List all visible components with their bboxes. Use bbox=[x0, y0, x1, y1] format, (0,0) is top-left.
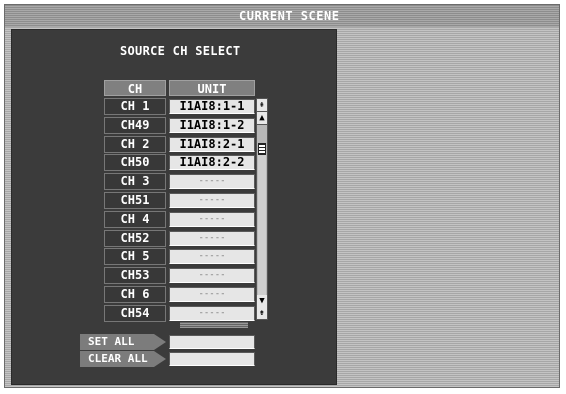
channel-label: CH 3 bbox=[104, 173, 166, 191]
channel-label: CH50 bbox=[104, 154, 166, 172]
unit-button[interactable]: ----- bbox=[169, 230, 255, 246]
unit-button[interactable]: I1AI8:2-2 bbox=[169, 155, 255, 171]
table-row: CH 2 I1AI8:2-1 bbox=[104, 135, 256, 154]
unit-column-header: UNIT bbox=[169, 80, 255, 96]
table-row: CH54 ----- bbox=[104, 304, 256, 323]
source-ch-select-panel: SOURCE CH SELECT CH UNIT CH 1 I1AI8:1-1 CH… bbox=[11, 29, 337, 385]
table-row: CH52 ----- bbox=[104, 229, 256, 248]
channel-label: CH49 bbox=[104, 116, 166, 134]
table-row: CH 3 ----- bbox=[104, 173, 256, 191]
table-row: CH50 I1AI8:2-2 bbox=[104, 154, 256, 172]
channel-label: CH 1 bbox=[104, 98, 166, 115]
table-row: CH 5 ----- bbox=[104, 248, 256, 266]
table-row: CH 1 I1AI8:1-1 bbox=[104, 98, 256, 116]
ch-column-header: CH bbox=[104, 80, 166, 96]
set-all-field[interactable] bbox=[169, 335, 255, 349]
scene-window: CURRENT SCENE SOURCE CH SELECT CH UNIT C… bbox=[4, 4, 560, 388]
channel-label: CH 5 bbox=[104, 248, 166, 266]
unit-button[interactable]: I1AI8:1-2 bbox=[169, 117, 255, 133]
unit-button[interactable]: ----- bbox=[169, 211, 255, 227]
table-row: CH51 ----- bbox=[104, 192, 256, 210]
title-bar: CURRENT SCENE bbox=[5, 5, 559, 27]
unit-button[interactable]: I1AI8:2-1 bbox=[169, 136, 255, 152]
unit-button[interactable]: ----- bbox=[169, 193, 255, 208]
channel-label: CH 2 bbox=[104, 135, 166, 153]
scroll-bottom-icon[interactable]: ⇟ bbox=[257, 307, 267, 320]
channel-label: CH54 bbox=[104, 304, 166, 322]
channel-label: CH53 bbox=[104, 267, 166, 285]
table-row: CH53 ----- bbox=[104, 267, 256, 285]
channel-label: CH 6 bbox=[104, 286, 166, 303]
list-resize-handle bbox=[180, 322, 248, 328]
channel-label: CH52 bbox=[104, 229, 166, 247]
set-all-button[interactable]: SET ALL bbox=[80, 334, 166, 350]
unit-button[interactable]: ----- bbox=[169, 268, 255, 284]
scroll-track[interactable] bbox=[258, 155, 266, 295]
channel-label: CH51 bbox=[104, 192, 166, 209]
scroll-top-icon[interactable]: ⇞ bbox=[257, 99, 267, 112]
scroll-up-icon[interactable]: ▲ bbox=[257, 112, 267, 125]
table-row: CH 4 ----- bbox=[104, 210, 256, 229]
unit-button[interactable]: ----- bbox=[169, 249, 255, 265]
unit-button[interactable]: I1AI8:1-1 bbox=[169, 99, 255, 114]
table-row: CH49 I1AI8:1-2 bbox=[104, 116, 256, 135]
scene-title: CURRENT SCENE bbox=[239, 9, 340, 23]
table-row: CH 6 ----- bbox=[104, 286, 256, 304]
panel-title: SOURCE CH SELECT bbox=[120, 44, 241, 58]
scroll-thumb[interactable] bbox=[258, 143, 266, 155]
unit-button[interactable]: ----- bbox=[169, 174, 255, 190]
channel-label: CH 4 bbox=[104, 210, 166, 228]
unit-button[interactable]: ----- bbox=[169, 305, 255, 321]
unit-button[interactable]: ----- bbox=[169, 287, 255, 302]
clear-all-field[interactable] bbox=[169, 352, 255, 366]
clear-all-button[interactable]: CLEAR ALL bbox=[80, 351, 166, 367]
list-scrollbar[interactable]: ⇞ ▲ ▼ ⇟ bbox=[256, 98, 268, 320]
